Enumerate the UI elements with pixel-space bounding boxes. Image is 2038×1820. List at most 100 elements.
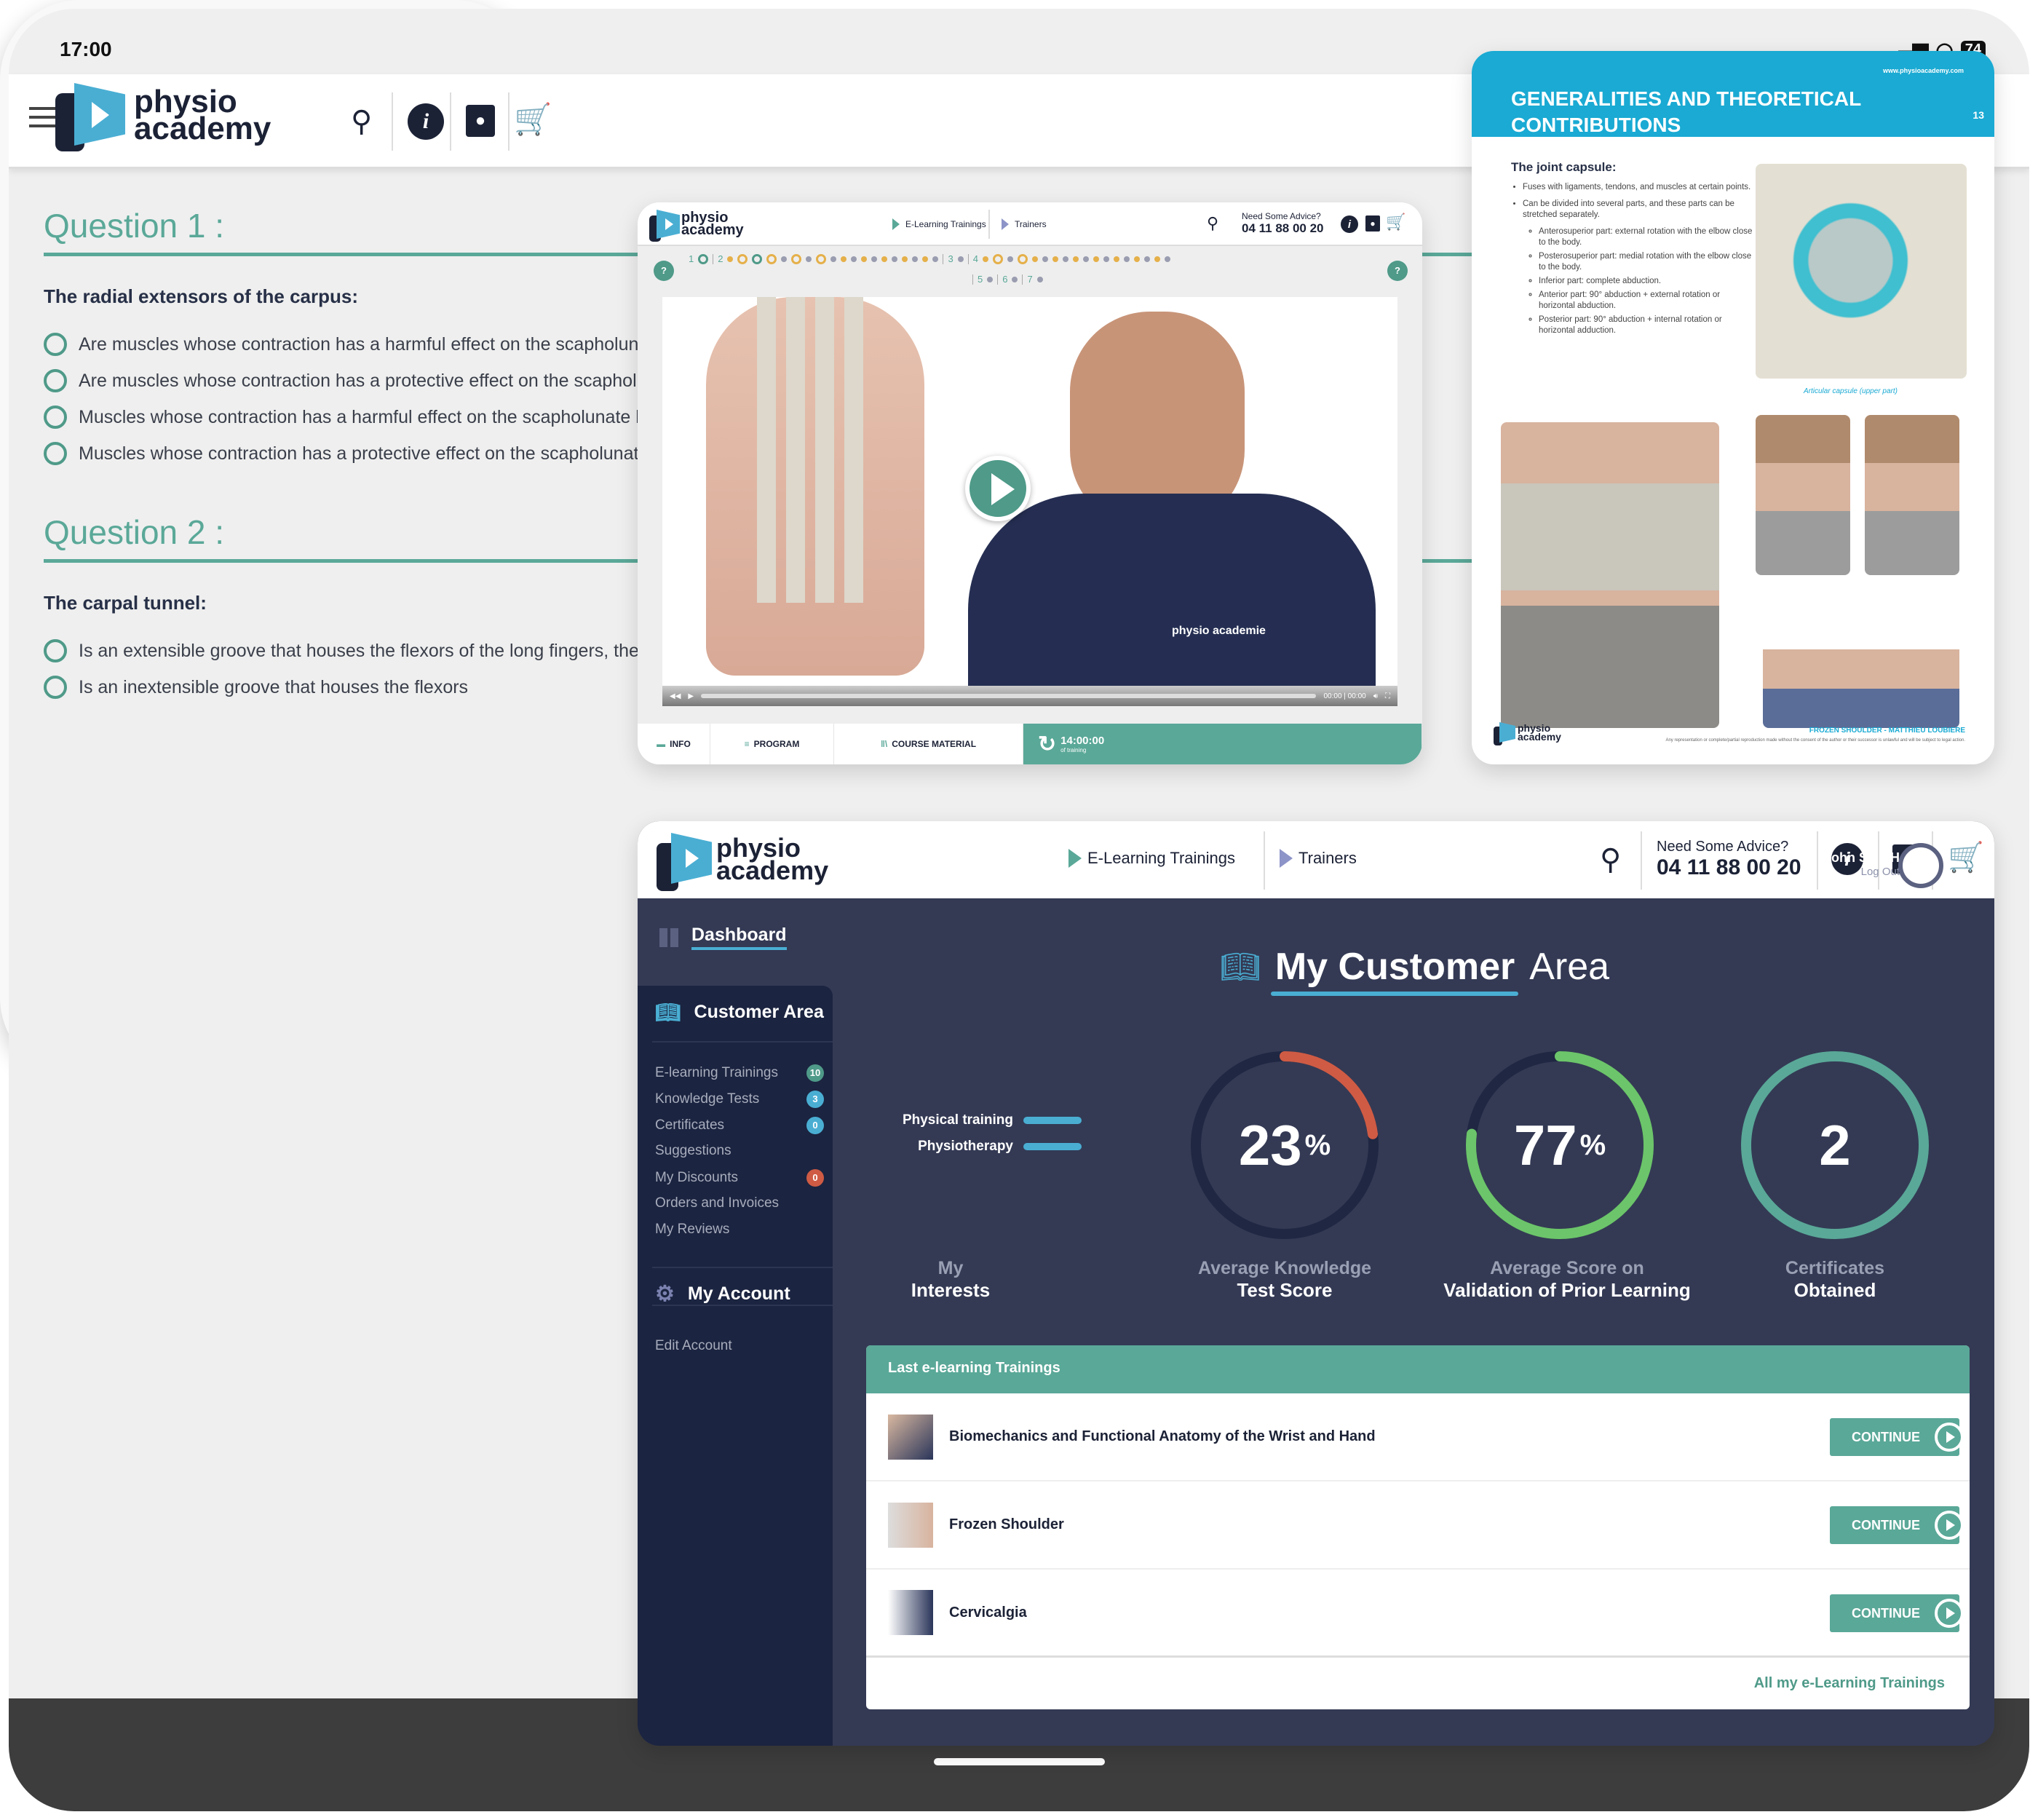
page-title: 📖︎ My Customer Area [1220, 945, 1610, 996]
legal-notice: Any representation or complete/partial r… [1665, 738, 1965, 743]
tab-course-material[interactable]: ‖\ COURSE MATERIAL [834, 724, 1023, 764]
exercise-figure-1 [1756, 415, 1850, 575]
title-light: Area [1529, 946, 1610, 988]
menu-label: My Reviews [655, 1222, 730, 1237]
chapter-number[interactable]: 5 [978, 274, 983, 285]
logo-text-line2: academy [716, 855, 829, 885]
divider [652, 1041, 833, 1042]
logo-text-line2: academy [134, 111, 271, 146]
fullscreen-icon[interactable]: ⛶ [1385, 692, 1390, 700]
info-icon[interactable]: i [408, 103, 444, 140]
chapter-number[interactable]: 7 [1027, 274, 1032, 285]
chapter-number[interactable]: 2 [718, 253, 723, 264]
radio-button[interactable] [44, 442, 67, 465]
play-flag-icon [892, 218, 900, 230]
nav-label: E-Learning Trainings [1087, 849, 1236, 867]
volume-icon[interactable]: 🔊︎ [1373, 692, 1378, 700]
advice-contact[interactable]: Need Some Advice? 04 11 88 00 20 [1657, 839, 1801, 880]
gauge-number: 23 [1238, 1112, 1302, 1177]
search-icon[interactable]: ⚲ [1600, 843, 1621, 877]
divider [450, 92, 451, 151]
rewind-icon[interactable]: ◀◀ [670, 692, 681, 700]
section-label: Customer Area [694, 1002, 824, 1022]
stat-label-vpl: Average Score on Validation of Prior Lear… [1436, 1258, 1698, 1302]
quiz-icon[interactable]: ? [1387, 261, 1408, 281]
account-icon[interactable]: ● [1365, 215, 1380, 232]
advice-contact[interactable]: Need Some Advice? 04 11 88 00 20 [1242, 211, 1324, 236]
nav-trainers[interactable]: Trainers [1002, 218, 1047, 230]
training-row[interactable]: Cervicalgia CONTINUE [866, 1570, 1970, 1658]
gauge-unit: % [1579, 1128, 1606, 1161]
menu-label: Suggestions [655, 1143, 731, 1158]
divider [1641, 831, 1642, 890]
chapter-number[interactable]: 4 [973, 253, 978, 264]
books-icon: ‖\ [880, 739, 888, 749]
training-row[interactable]: Frozen Shoulder CONTINUE [866, 1481, 1970, 1570]
radio-button[interactable] [44, 333, 67, 356]
page-number: 13 [1972, 109, 1984, 121]
sidebar-item-edit-account[interactable]: Edit Account [655, 1338, 824, 1354]
radio-button[interactable] [44, 676, 67, 699]
nav-elearning-trainings[interactable]: E-Learning Trainings [892, 218, 986, 230]
tab-program[interactable]: ≡ PROGRAM [710, 724, 834, 764]
nav-trainers[interactable]: Trainers [1280, 849, 1357, 868]
info-icon[interactable]: i [1341, 215, 1358, 233]
button-label: CONTINUE [1852, 1605, 1920, 1621]
play-icon[interactable]: ▶ [688, 692, 694, 700]
dashboard-label: Dashboard [691, 925, 787, 950]
chapter-progress[interactable]: 1 2 3 4 [689, 253, 1170, 264]
sidebar-section-customer-area[interactable]: 📖︎ Customer Area [655, 1000, 824, 1024]
stat-line1: Certificates [1785, 1258, 1885, 1278]
all-trainings-link[interactable]: All my e-Learning Trainings [1754, 1675, 1945, 1692]
cart-icon[interactable]: 🛒 [514, 102, 552, 138]
sidebar-item-elearning-trainings[interactable]: E-learning Trainings 10 [655, 1064, 824, 1082]
sidebar-item-my-reviews[interactable]: My Reviews [655, 1222, 824, 1238]
search-icon[interactable]: ⚲ [351, 105, 372, 138]
chapter-number[interactable]: 3 [948, 253, 953, 264]
training-row[interactable]: Biomechanics and Functional Anatomy of t… [866, 1393, 1970, 1481]
chapter-number[interactable]: 6 [1002, 274, 1007, 285]
sub-bullet-item: Anterior part: 90° abduction + external … [1539, 290, 1759, 312]
page-footer: physio academy FROZEN SHOULDER - MATTHIE… [1494, 721, 1965, 750]
continue-button[interactable]: CONTINUE [1830, 1594, 1964, 1632]
chapter-progress-row2[interactable]: 5 6 7 [972, 274, 1043, 285]
gauge-value: 23% [1186, 1047, 1383, 1243]
stat-line1: Average Knowledge [1197, 1258, 1372, 1278]
search-icon[interactable]: ⚲ [1207, 214, 1218, 233]
sidebar-item-suggestions[interactable]: Suggestions [655, 1143, 824, 1159]
interest-label: Physiotherapy [918, 1139, 1013, 1154]
sidebar-item-knowledge-tests[interactable]: Knowledge Tests 3 [655, 1091, 824, 1108]
account-icon[interactable]: ● [466, 105, 495, 137]
quiz-icon[interactable]: ? [654, 261, 674, 281]
seek-bar[interactable] [701, 694, 1317, 698]
avatar[interactable] [1898, 843, 1943, 888]
continue-button[interactable]: CONTINUE [1830, 1418, 1964, 1456]
cart-icon[interactable]: 🛒 [1386, 213, 1405, 232]
sidebar-item-dashboard[interactable]: Dashboard [659, 925, 787, 950]
radio-button[interactable] [44, 405, 67, 429]
video-frame[interactable]: physio academie ◀◀ ▶ 00:00 | 00:00 🔊︎ ⛶ [662, 297, 1397, 706]
training-name: Cervicalgia [949, 1604, 1027, 1621]
radio-button[interactable] [44, 369, 67, 392]
home-indicator [933, 1758, 1105, 1765]
nav-elearning-trainings[interactable]: E-Learning Trainings [1068, 849, 1235, 868]
exercise-figure-3 [1763, 597, 1959, 728]
play-button[interactable] [965, 456, 1031, 521]
continue-button[interactable]: CONTINUE [1830, 1506, 1964, 1544]
sidebar-item-orders-invoices[interactable]: Orders and Invoices [655, 1195, 824, 1211]
sidebar-section-my-account[interactable]: ⚙ My Account [655, 1281, 790, 1307]
menu-icon[interactable] [29, 107, 55, 127]
cart-icon[interactable]: 🛒 [1948, 840, 1984, 874]
button-label: CONTINUE [1852, 1429, 1920, 1444]
chapter-number[interactable]: 1 [689, 253, 694, 264]
logo[interactable]: physio academy [55, 79, 271, 151]
logo[interactable]: physio academy [649, 207, 744, 242]
radio-button[interactable] [44, 639, 67, 662]
sidebar-item-certificates[interactable]: Certificates 0 [655, 1117, 824, 1134]
tab-info[interactable]: ▬ INFO [638, 724, 710, 764]
logo[interactable]: physio academy [657, 828, 828, 891]
sidebar-item-my-discounts[interactable]: My Discounts 0 [655, 1169, 824, 1187]
divider [652, 1305, 833, 1306]
logout-link[interactable]: Log Out [1824, 866, 1900, 878]
video-course-player: physio academy E-Learning Trainings Trai… [638, 202, 1422, 764]
